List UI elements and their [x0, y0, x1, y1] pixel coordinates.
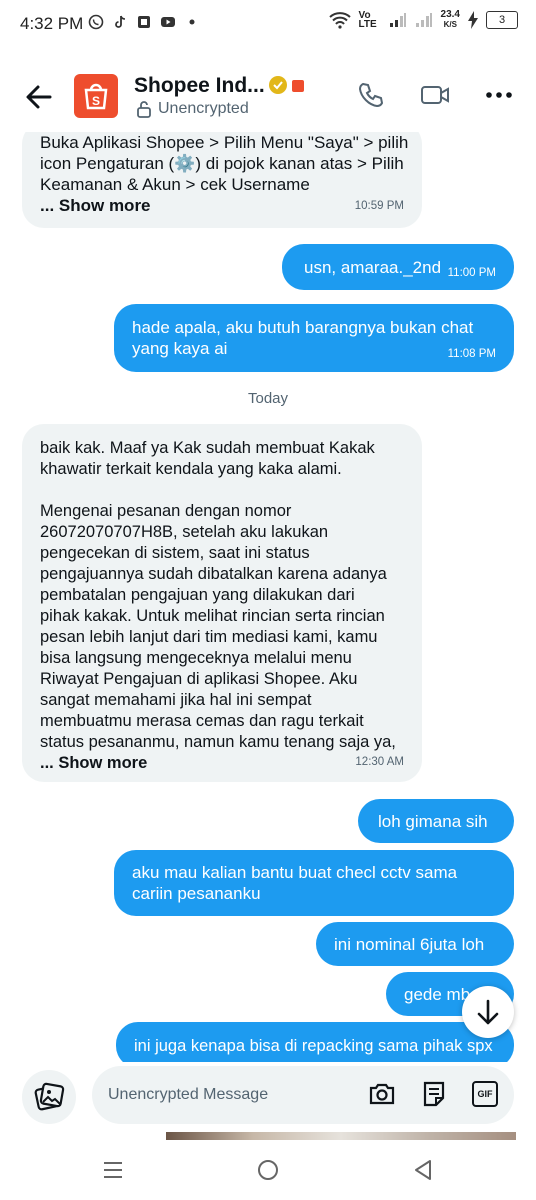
- gif-icon[interactable]: GIF: [472, 1081, 498, 1107]
- status-time: 4:32 PM: [20, 14, 84, 33]
- message-line: status pesananmu, namun kamu tenang saja…: [40, 733, 396, 751]
- unlock-icon: [137, 101, 151, 118]
- whatsapp-icon: [88, 14, 104, 30]
- status-right: Vo LTE 23.4 K/S 3: [328, 10, 518, 30]
- message-line: hade apala, aku butuh barangnya bukan ch…: [132, 318, 474, 337]
- shopee-logo[interactable]: S: [74, 74, 118, 118]
- message-input[interactable]: Unencrypted Message GIF: [92, 1066, 514, 1124]
- chat-area[interactable]: Buka Aplikasi Shopee > Pilih Menu "Saya"…: [0, 132, 536, 1062]
- back-nav-icon[interactable]: [412, 1158, 434, 1182]
- message-time: 12:30 AM: [355, 756, 404, 768]
- day-divider: Today: [247, 390, 289, 407]
- message-time: 10:59 PM: [354, 200, 404, 212]
- message-outgoing[interactable]: loh gimana sih: [358, 799, 514, 843]
- recents-icon[interactable]: [102, 1160, 124, 1180]
- message-line: sangat memahami jika hal ini sempat: [40, 691, 312, 709]
- dot-icon: [189, 19, 195, 25]
- back-arrow-icon[interactable]: [22, 80, 56, 114]
- home-icon[interactable]: [256, 1158, 280, 1182]
- status-notification-icons: [88, 14, 200, 30]
- message-line: membuatmu merasa cemas dan ragu terkait: [40, 712, 364, 730]
- message-text: gede mb: [404, 985, 471, 1004]
- composer: Unencrypted Message GIF: [0, 1062, 536, 1132]
- message-line: pihak kakak. Untuk melihat rincian serta…: [40, 607, 385, 625]
- message-incoming[interactable]: baik kak. Maaf ya Kak sudah membuat Kaka…: [22, 424, 422, 782]
- network-speed-value: 23.4: [440, 9, 460, 20]
- battery-level: 3: [486, 11, 518, 29]
- message-line: Keamanan & Akun > cek Username: [40, 175, 310, 194]
- encryption-label: Unencrypted: [158, 100, 249, 117]
- wifi-icon: [328, 12, 351, 29]
- shopee-bag-icon: S: [84, 83, 108, 110]
- message-outgoing[interactable]: usn, amaraa._2nd 11:00 PM: [282, 244, 514, 290]
- chat-header: S Shopee Ind... Unencrypted: [0, 60, 536, 132]
- status-bar: 4:32 PM Vo LTE 23.4 K/S 3: [0, 0, 536, 48]
- media-icon: [34, 1082, 65, 1111]
- encryption-status: Unencrypted: [136, 100, 249, 118]
- contact-name[interactable]: Shopee Ind...: [134, 74, 265, 98]
- message-outgoing[interactable]: hade apala, aku butuh barangnya bukan ch…: [114, 304, 514, 372]
- system-navigation-bar: [0, 1140, 536, 1200]
- message-line: baik kak. Maaf ya Kak sudah membuat Kaka…: [40, 439, 375, 457]
- app-icon: [138, 16, 150, 28]
- charging-icon: [468, 11, 478, 29]
- message-text: usn, amaraa._2nd: [304, 258, 442, 277]
- verified-badge-icon: [269, 76, 287, 94]
- message-text: loh gimana sih: [378, 812, 488, 831]
- youtube-icon: [161, 17, 175, 27]
- message-line: bisa langsung mengeceknya melalui menu: [40, 649, 352, 667]
- tiktok-icon: [115, 15, 126, 28]
- message-outgoing[interactable]: aku mau kalian bantu buat checl cctv sam…: [114, 850, 514, 916]
- message-text: ini juga kenapa bisa di repacking sama p…: [134, 1037, 493, 1055]
- svg-text:S: S: [92, 94, 100, 108]
- message-line: Buka Aplikasi Shopee > Pilih Menu "Saya"…: [40, 133, 409, 152]
- message-line: pengajuannya sudah dibatalkan karena ada…: [40, 565, 387, 583]
- note-icon[interactable]: [420, 1080, 448, 1108]
- signal-icon: [389, 13, 406, 27]
- message-line: pesan lebih lanjut dari tim mediasi kami…: [40, 628, 378, 646]
- more-icon[interactable]: [484, 80, 514, 110]
- volte-label: Vo LTE: [358, 10, 377, 30]
- message-incoming[interactable]: Buka Aplikasi Shopee > Pilih Menu "Saya"…: [22, 132, 422, 228]
- signal-icon-2: [415, 13, 432, 27]
- video-icon[interactable]: [420, 80, 450, 110]
- message-line: khawatir terkait kendala yang kaka alami…: [40, 460, 342, 478]
- phone-icon[interactable]: [356, 80, 386, 110]
- message-outgoing[interactable]: ini juga kenapa bisa di repacking sama p…: [116, 1022, 514, 1062]
- network-speed: 23.4 K/S: [441, 10, 460, 30]
- message-line: cariin pesananku: [132, 884, 261, 903]
- message-time: 11:08 PM: [447, 348, 496, 360]
- message-line: yang kaya ai: [132, 339, 228, 358]
- message-line: Riwayat Pengajuan di aplikasi Shopee. Ak…: [40, 670, 358, 688]
- message-input-placeholder: Unencrypted Message: [108, 1086, 269, 1103]
- message-line: pengecekan di sistem, saat ini status: [40, 544, 310, 562]
- message-text: ini nominal 6juta loh: [334, 935, 485, 954]
- scroll-down-icon: [477, 999, 499, 1025]
- media-button[interactable]: [22, 1070, 76, 1124]
- scroll-down-button[interactable]: [462, 986, 514, 1038]
- message-time: 11:00 PM: [447, 267, 496, 279]
- message-line: aku mau kalian bantu buat checl cctv sam…: [132, 863, 458, 882]
- shop-badge-icon: [292, 80, 304, 92]
- message-line: 26072070707H8B, setelah aku lakukan: [40, 523, 329, 541]
- message-line: Mengenai pesanan dengan nomor: [40, 502, 292, 520]
- message-line: pembatalan pengajuan yang dilakukan dari: [40, 586, 355, 604]
- message-outgoing[interactable]: ini nominal 6juta loh: [316, 922, 514, 966]
- camera-icon[interactable]: [368, 1080, 396, 1108]
- network-speed-unit: K/S: [443, 20, 457, 29]
- message-line: icon Pengaturan (⚙️) di pojok kanan atas…: [40, 154, 404, 173]
